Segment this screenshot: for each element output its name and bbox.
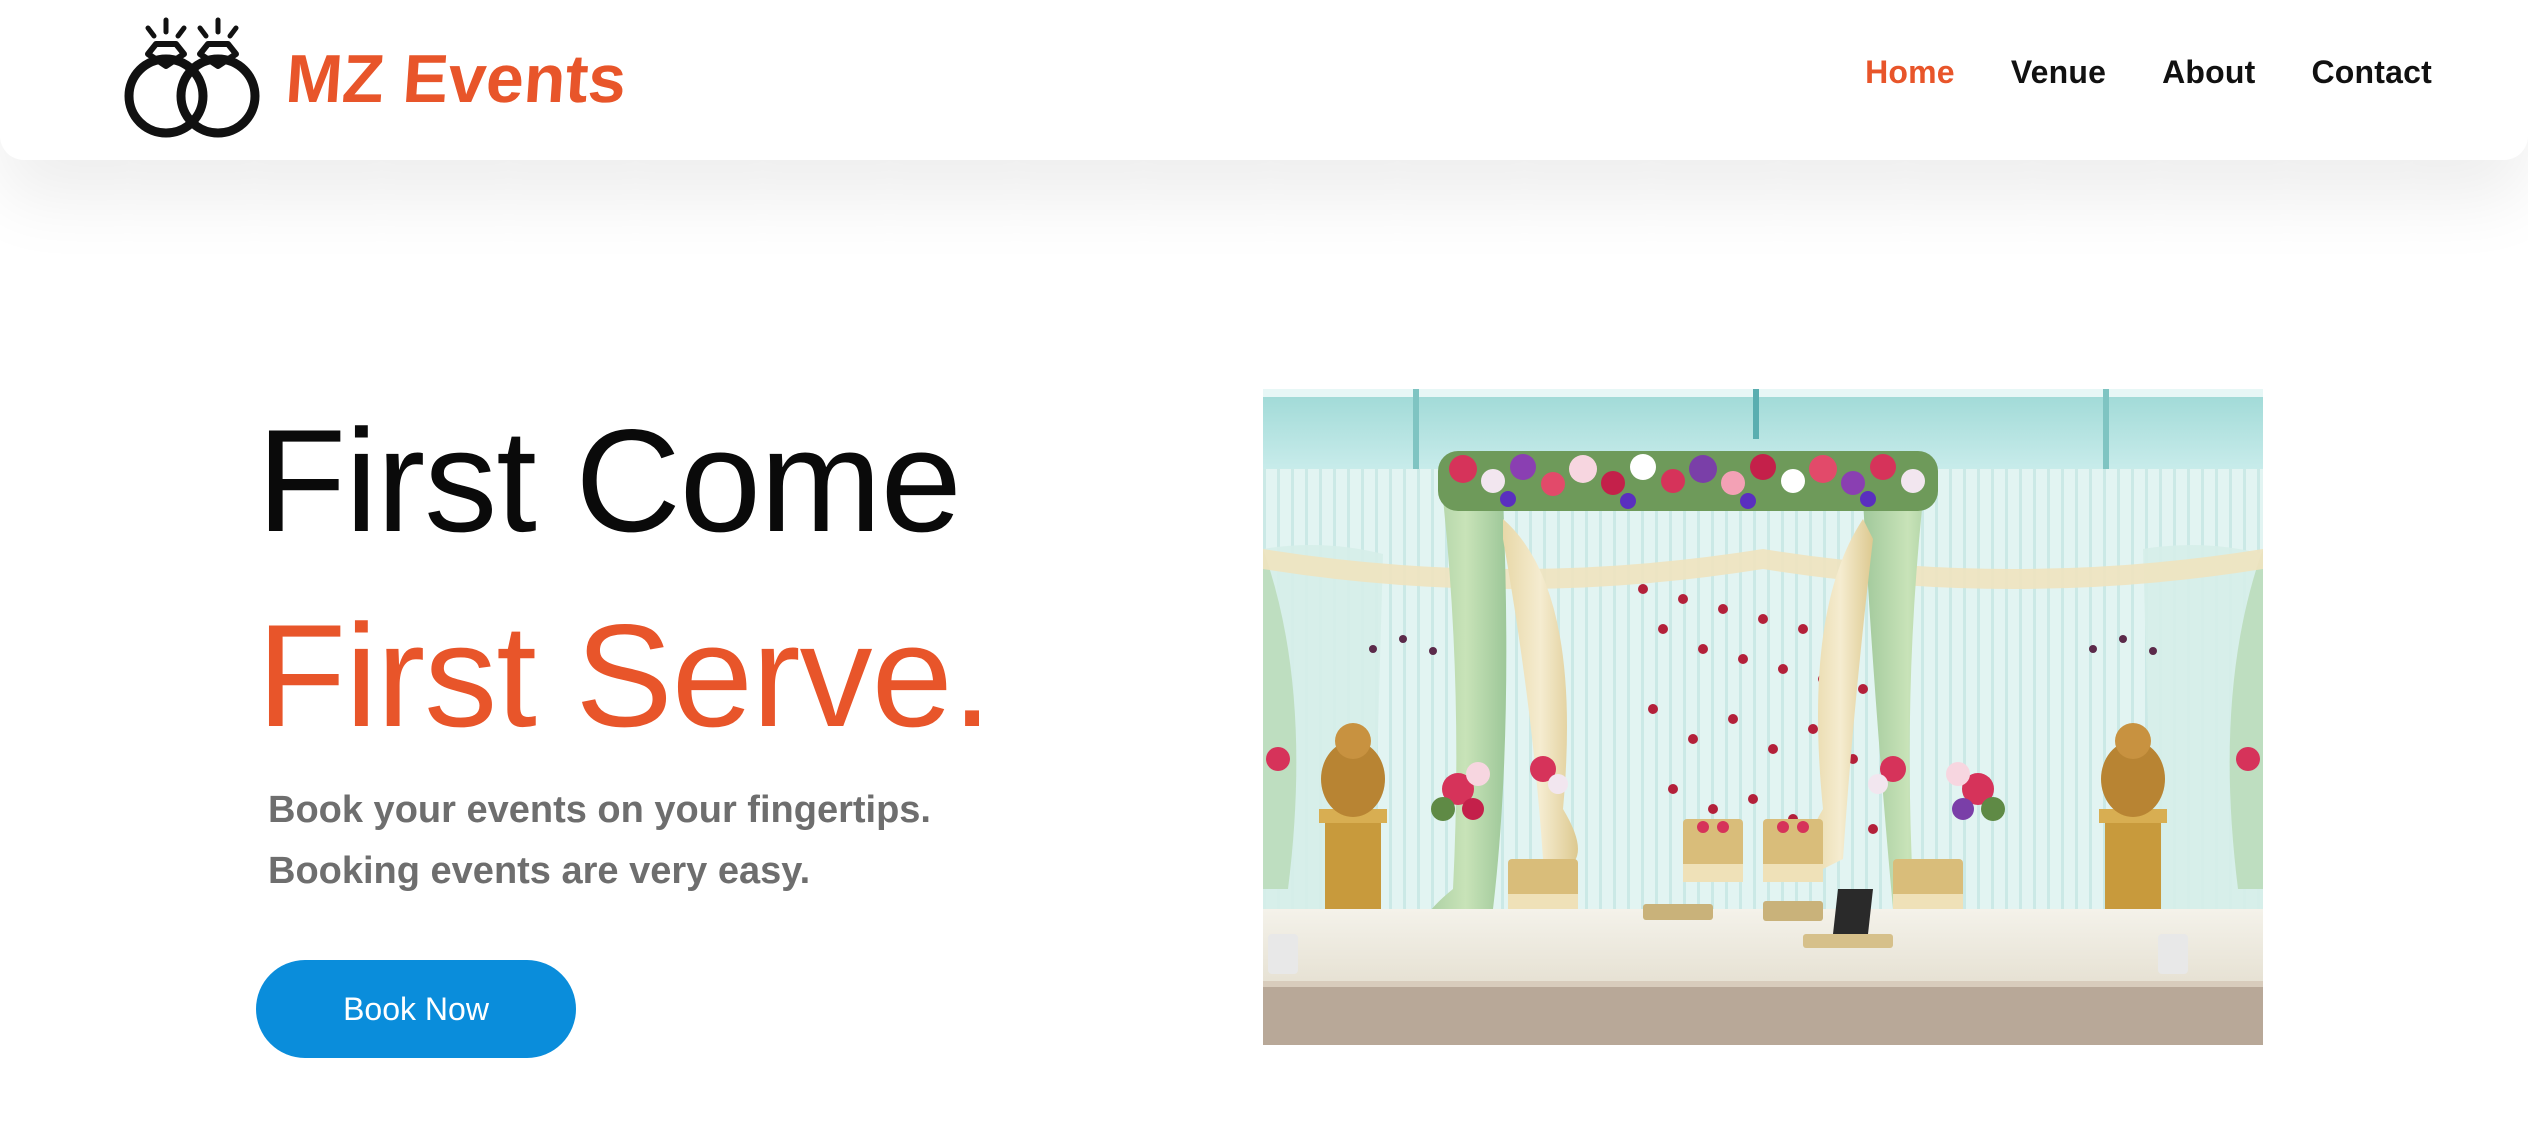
hero-title-line2: First Serve. xyxy=(257,594,992,757)
book-now-button[interactable]: Book Now xyxy=(256,960,576,1058)
brand-logo-link[interactable]: MZ Events xyxy=(118,14,629,139)
main-nav: Home Venue About Contact xyxy=(1865,54,2432,91)
nav-link-about[interactable]: About xyxy=(2162,54,2255,91)
brand-name: MZ Events xyxy=(283,40,629,117)
hero-subtitle-line1: Book your events on your fingertips. xyxy=(268,789,931,831)
site-header: MZ Events Home Venue About Contact xyxy=(0,0,2528,160)
wedding-mandap-photo xyxy=(1263,389,2263,1045)
hero-image xyxy=(1263,389,2263,1045)
nav-link-venue[interactable]: Venue xyxy=(2011,54,2106,91)
hero-title-line1: First Come xyxy=(257,399,962,562)
wedding-rings-icon xyxy=(124,17,260,138)
hero-subtitle-line2: Booking events are very easy. xyxy=(268,850,811,892)
nav-link-home[interactable]: Home xyxy=(1865,54,1955,91)
nav-link-contact[interactable]: Contact xyxy=(2311,54,2432,91)
